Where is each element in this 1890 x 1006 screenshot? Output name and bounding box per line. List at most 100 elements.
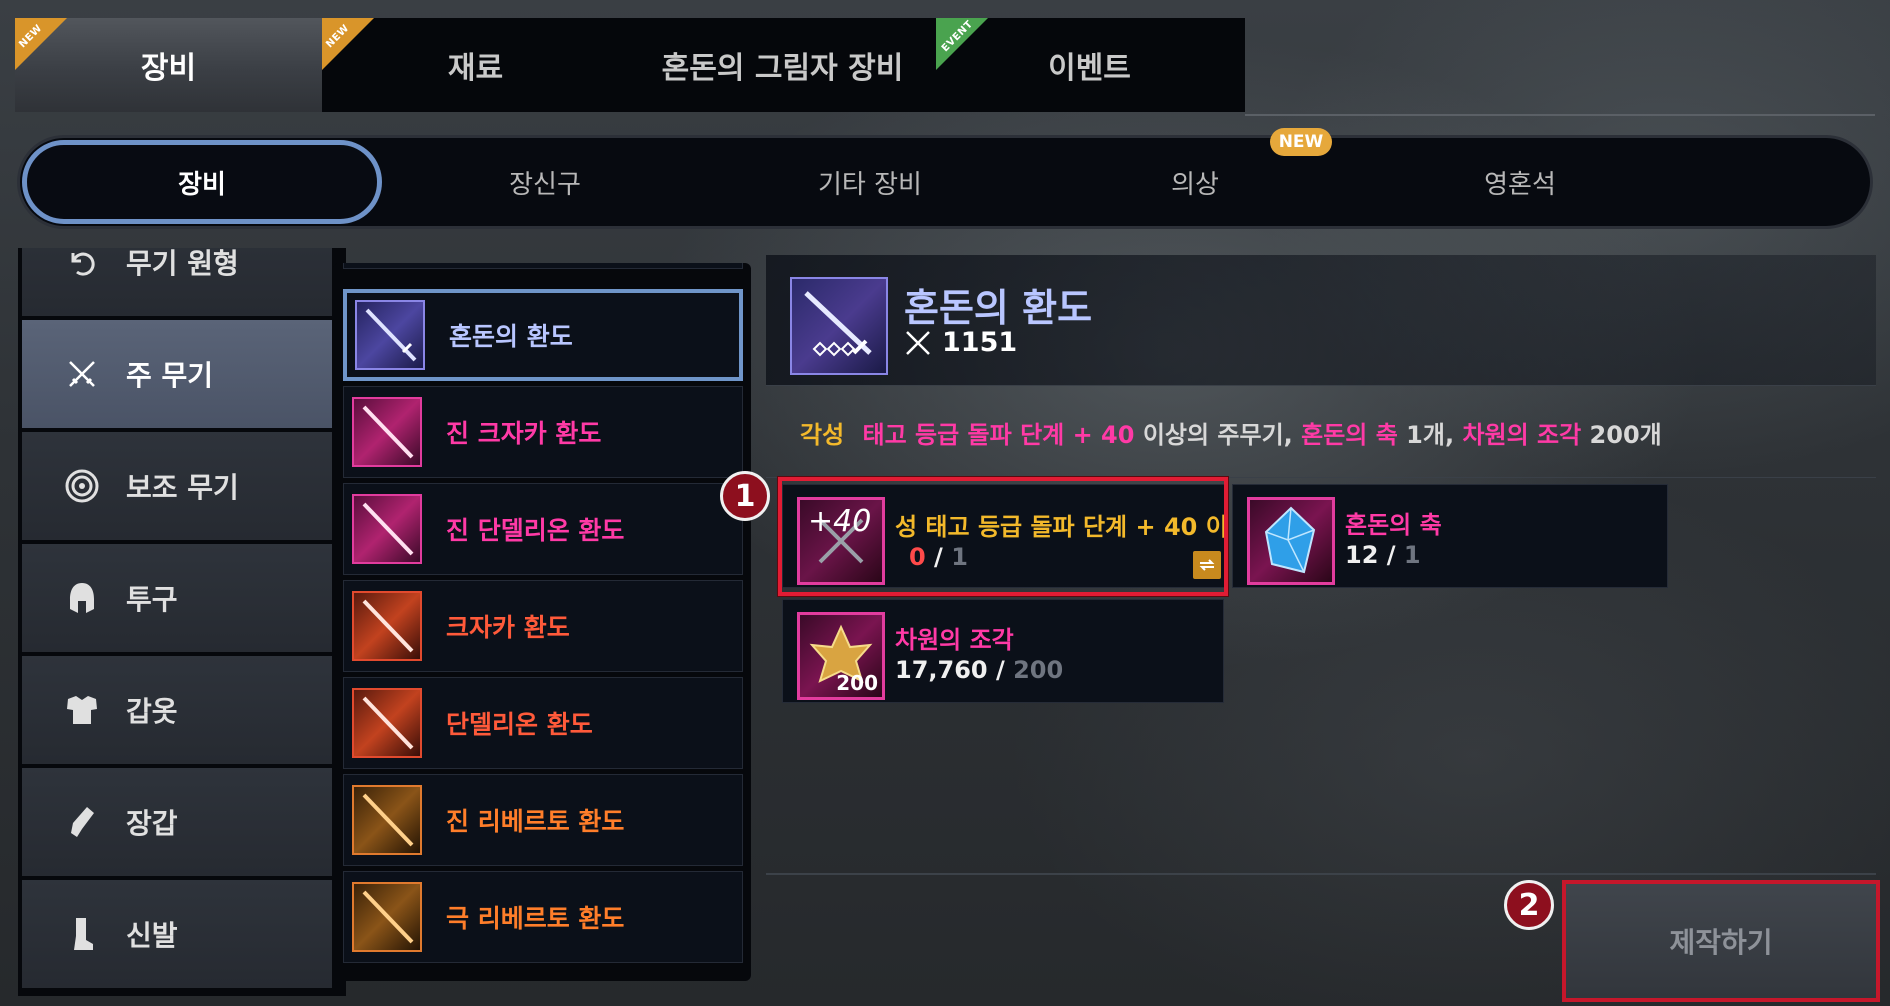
sub-tab-equipment[interactable]: 장비 <box>22 140 382 224</box>
count-have: 12 <box>1345 541 1379 569</box>
material-slot-chaos-axis[interactable]: 혼돈의 축 12 / 1 <box>1232 484 1668 588</box>
sword-thumbnail-icon <box>352 785 422 855</box>
requirement-text: 각성 태고 등급 돌파 단계 + 40 이상의 주무기, 혼돈의 축 1개, 차… <box>800 415 1662 450</box>
attack-stat: 1151 <box>904 327 1017 358</box>
count-sep: / <box>1378 541 1404 569</box>
list-item[interactable]: 진 리베르토 환도 <box>343 774 743 866</box>
new-badge: NEW <box>1270 128 1332 156</box>
enhance-level-label: +40 <box>808 504 872 539</box>
count-have: 17,760 <box>895 656 988 684</box>
craft-button[interactable]: 제작하기 <box>1562 880 1880 1002</box>
material-slot-dimension-fragment[interactable]: 200 차원의 조각 17,760 / 200 <box>782 599 1224 703</box>
sub-tab-label: 영혼석 <box>1484 169 1556 200</box>
top-tab-label: 재료 <box>447 51 504 86</box>
weapon-material-icon: +40 <box>797 497 885 585</box>
req-mat1-qty: 1개, <box>1397 421 1463 449</box>
top-tab-chaos-shadow-equipment[interactable]: 혼돈의 그림자 장비 <box>629 18 936 112</box>
count-sep: / <box>987 656 1014 684</box>
top-tab-label: 이벤트 <box>1048 51 1131 86</box>
count-need: 1 <box>1403 541 1421 569</box>
divider <box>1245 114 1875 116</box>
category-label: 주 무기 <box>126 359 214 392</box>
sub-tab-label: 기타 장비 <box>818 169 922 200</box>
sub-tab-other-equipment[interactable]: 기타 장비 <box>690 138 1050 226</box>
item-name: 혼돈의 환도 <box>449 322 573 351</box>
sub-tab-label: 의상 <box>1171 169 1219 200</box>
sub-tab-bar: 장비 장신구 기타 장비 의상 영혼석 <box>17 135 1873 229</box>
sword-thumbnail-icon <box>352 882 422 952</box>
category-label: 투구 <box>126 583 178 616</box>
selected-item-title: 혼돈의 환도 <box>904 286 1093 330</box>
material-count: 0 / 1 <box>909 543 968 571</box>
material-slot-weapon[interactable]: +40 성 태고 등급 돌파 단계 + 40 이 0 / 1 <box>782 484 1225 588</box>
list-item[interactable]: 단델리온 환도 <box>343 677 743 769</box>
category-boots[interactable]: 신발 <box>22 880 332 988</box>
top-tab-label: 장비 <box>140 51 197 86</box>
item-name: 진 리베르토 환도 <box>446 807 625 836</box>
list-item[interactable]: 크자카 환도 <box>343 580 743 672</box>
divider <box>766 385 1876 386</box>
list-item[interactable]: 혼돈의 환도 <box>343 289 743 381</box>
crossed-swords-icon <box>906 330 930 355</box>
item-list: 혼돈의 환도 진 크자카 환도 진 단델리온 환도 크자카 환도 단델리온 환도… <box>333 263 751 981</box>
req-mat1: 혼돈의 축 <box>1301 421 1398 449</box>
sub-tab-label: 장비 <box>178 169 226 200</box>
gold-fragment-icon: 200 <box>797 612 885 700</box>
item-name: 단델리온 환도 <box>446 710 593 739</box>
new-corner-badge: NEW <box>15 18 67 70</box>
material-name: 차원의 조각 <box>895 626 1014 654</box>
material-name: 성 태고 등급 돌파 단계 + 40 이 <box>895 513 1225 541</box>
list-item-partial <box>343 263 743 269</box>
sub-tab-accessories[interactable]: 장신구 <box>365 138 725 226</box>
material-count: 12 / 1 <box>1345 541 1421 569</box>
count-need: 200 <box>1013 656 1064 684</box>
undo-icon <box>62 248 102 282</box>
step-marker-1: 1 <box>720 471 770 521</box>
req-suffix: 이상의 주무기, <box>1134 421 1302 449</box>
category-label: 장갑 <box>126 807 178 840</box>
attack-value: 1151 <box>942 327 1018 358</box>
list-item[interactable]: 진 크자카 환도 <box>343 386 743 478</box>
step-marker-2: 2 <box>1504 880 1554 930</box>
item-name: 크자카 환도 <box>446 613 570 642</box>
req-mat2-qty: 200개 <box>1581 421 1662 449</box>
category-label: 신발 <box>126 919 178 952</box>
req-prefix: 각성 <box>800 421 845 449</box>
crossed-swords-icon <box>62 354 102 394</box>
top-tab-equipment[interactable]: NEW 장비 <box>15 18 322 112</box>
sub-tab-label: 장신구 <box>509 169 581 200</box>
item-name: 극 리베르토 환도 <box>446 904 625 933</box>
list-item[interactable]: 진 단델리온 환도 <box>343 483 743 575</box>
category-weapon-prototype[interactable]: 무기 원형 <box>22 248 332 316</box>
category-label: 보조 무기 <box>126 471 239 504</box>
material-count: 17,760 / 200 <box>895 656 1063 684</box>
list-item[interactable]: 극 리베르토 환도 <box>343 871 743 963</box>
category-main-weapon[interactable]: 주 무기 <box>22 320 332 428</box>
category-list: 무기 원형 주 무기 보조 무기 투구 갑옷 장갑 신발 <box>18 248 346 996</box>
sub-tab-soulstone[interactable]: 영혼석 <box>1340 138 1700 226</box>
armor-icon <box>62 690 102 730</box>
top-tab-bar: NEW 장비 NEW 재료 혼돈의 그림자 장비 EVENT 이벤트 <box>15 18 1245 112</box>
category-armor[interactable]: 갑옷 <box>22 656 332 764</box>
boot-icon <box>62 914 102 954</box>
count-need: 1 <box>951 543 968 571</box>
sword-thumbnail-icon <box>352 688 422 758</box>
category-helmet[interactable]: 투구 <box>22 544 332 652</box>
blue-crystal-icon <box>1247 497 1335 585</box>
req-mat2: 차원의 조각 <box>1462 421 1582 449</box>
helmet-icon <box>62 578 102 618</box>
item-name: 진 크자카 환도 <box>446 419 602 448</box>
glove-icon <box>62 802 102 842</box>
sword-thumbnail-icon <box>352 397 422 467</box>
category-sub-weapon[interactable]: 보조 무기 <box>22 432 332 540</box>
top-tab-label: 혼돈의 그림자 장비 <box>661 51 904 86</box>
material-name: 혼돈의 축 <box>1345 511 1442 539</box>
count-sep: / <box>925 543 952 571</box>
divider <box>766 873 1876 875</box>
top-tab-materials[interactable]: NEW 재료 <box>322 18 629 112</box>
swap-icon[interactable] <box>1193 551 1221 579</box>
top-tab-event[interactable]: EVENT 이벤트 <box>936 18 1243 112</box>
category-label: 갑옷 <box>126 695 178 728</box>
category-gloves[interactable]: 장갑 <box>22 768 332 876</box>
category-label: 무기 원형 <box>126 248 239 280</box>
